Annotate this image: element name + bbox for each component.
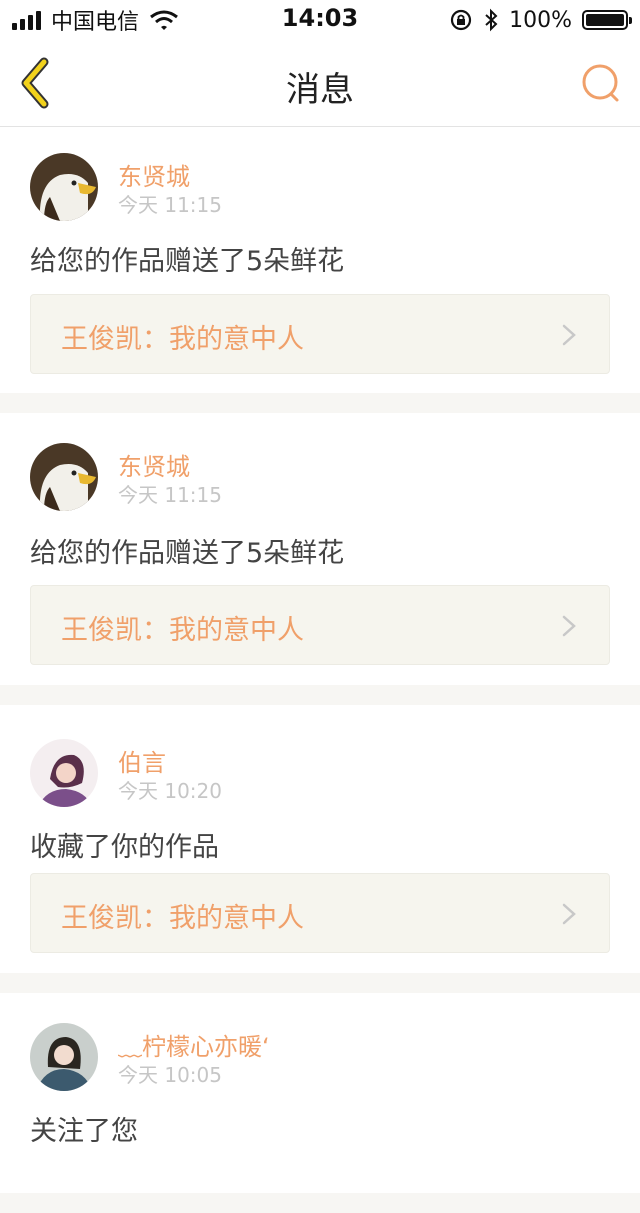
work-link[interactable]: 王俊凯：我的意中人 (30, 294, 610, 374)
page-title: 消息 (286, 70, 354, 110)
message-card: 东贤城 今天 11:15 给您的作品赠送了5朵鲜花 王俊凯：我的意中人 (0, 413, 640, 685)
eagle-avatar-image (30, 443, 98, 511)
chevron-right-icon (562, 324, 576, 346)
sender-name[interactable]: 东贤城 (118, 157, 190, 192)
avatar[interactable] (30, 1023, 98, 1091)
battery-icon (582, 10, 632, 30)
message-card: ﹏柠檬心亦暖‘ 今天 10:05 关注了您 (0, 993, 640, 1193)
message-text: 给您的作品赠送了5朵鲜花 (30, 538, 345, 569)
message-text: 给您的作品赠送了5朵鲜花 (30, 246, 345, 277)
work-title: 王俊凯：我的意中人 (61, 615, 304, 646)
message-text: 关注了您 (30, 1116, 138, 1147)
message-time: 今天 11:15 (118, 193, 222, 217)
search-button[interactable] (578, 60, 624, 106)
work-link[interactable]: 王俊凯：我的意中人 (30, 585, 610, 665)
chevron-right-icon (562, 903, 576, 925)
work-title: 王俊凯：我的意中人 (61, 324, 304, 355)
eagle-avatar-image (30, 153, 98, 221)
message-card: 东贤城 今天 11:15 给您的作品赠送了5朵鲜花 王俊凯：我的意中人 (0, 127, 640, 393)
message-time: 今天 10:05 (118, 1063, 222, 1087)
message-list: 东贤城 今天 11:15 给您的作品赠送了5朵鲜花 王俊凯：我的意中人 东贤城 … (0, 127, 640, 1213)
avatar[interactable] (30, 153, 98, 221)
girl-avatar-image (30, 1023, 98, 1091)
work-link[interactable]: 王俊凯：我的意中人 (30, 873, 610, 953)
message-card: 伯言 今天 10:20 收藏了你的作品 王俊凯：我的意中人 (0, 705, 640, 973)
girl-avatar-image (30, 739, 98, 807)
sender-name[interactable]: 东贤城 (118, 447, 190, 482)
nav-bar: 消息 (0, 40, 640, 127)
message-text: 收藏了你的作品 (30, 832, 219, 863)
search-icon (582, 64, 619, 102)
work-title: 王俊凯：我的意中人 (61, 903, 304, 934)
battery-percent: 100% (509, 7, 572, 33)
sender-name[interactable]: ﹏柠檬心亦暖‘ (118, 1027, 270, 1062)
avatar[interactable] (30, 443, 98, 511)
chevron-right-icon (562, 615, 576, 637)
message-time: 今天 11:15 (118, 483, 222, 507)
bluetooth-icon (485, 8, 498, 32)
avatar[interactable] (30, 739, 98, 807)
orientation-lock-icon (450, 9, 472, 31)
status-bar: 中国电信 14:03 100% (0, 0, 640, 40)
sender-name[interactable]: 伯言 (118, 743, 166, 778)
message-time: 今天 10:20 (118, 779, 222, 803)
